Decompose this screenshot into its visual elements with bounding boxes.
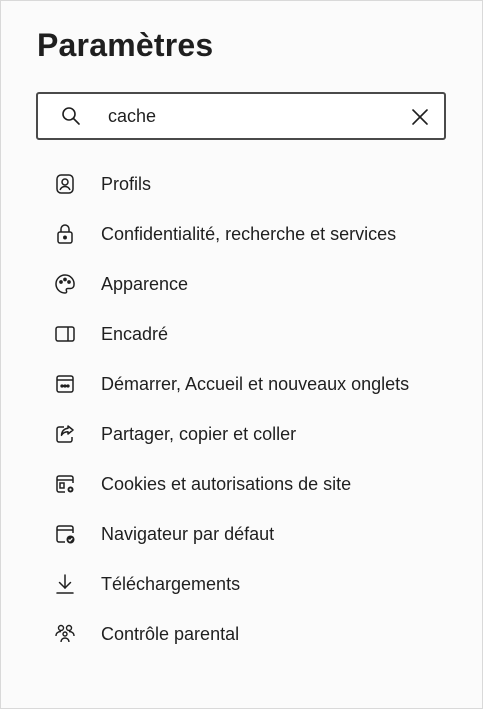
family-icon bbox=[53, 622, 77, 646]
sidebar-item-family[interactable]: Contrôle parental bbox=[1, 609, 483, 659]
sidebar-panel-icon bbox=[53, 322, 77, 346]
sidebar-item-appearance[interactable]: Apparence bbox=[1, 259, 483, 309]
share-icon bbox=[53, 422, 77, 446]
sidebar-item-start-home[interactable]: Démarrer, Accueil et nouveaux onglets bbox=[1, 359, 483, 409]
close-icon bbox=[411, 108, 429, 126]
sidebar-item-profiles[interactable]: Profils bbox=[1, 159, 483, 209]
palette-icon bbox=[53, 272, 77, 296]
home-grid-icon bbox=[53, 372, 77, 396]
sidebar-item-label: Profils bbox=[101, 174, 152, 194]
sidebar-item-label: Navigateur par défaut bbox=[101, 524, 275, 544]
sidebar-item-label: Partager, copier et coller bbox=[101, 424, 297, 444]
sidebar-item-downloads[interactable]: Téléchargements bbox=[1, 559, 483, 609]
download-icon bbox=[53, 572, 77, 596]
sidebar-item-sidebar[interactable]: Encadré bbox=[1, 309, 483, 359]
sidebar-item-label: Téléchargements bbox=[101, 574, 241, 594]
sidebar-item-share[interactable]: Partager, copier et coller bbox=[1, 409, 483, 459]
sidebar-item-cookies[interactable]: Cookies et autorisations de site bbox=[1, 459, 483, 509]
profile-icon bbox=[53, 172, 77, 196]
sidebar-item-privacy[interactable]: Confidentialité, recherche et services bbox=[1, 209, 483, 259]
search-icon bbox=[60, 105, 82, 127]
lock-icon bbox=[53, 222, 77, 246]
sidebar-item-label: Apparence bbox=[101, 274, 189, 294]
page-title: Paramètres bbox=[37, 27, 214, 63]
sidebar-item-label: Confidentialité, recherche et services bbox=[101, 224, 397, 244]
sidebar-item-default-browser[interactable]: Navigateur par défaut bbox=[1, 509, 483, 559]
sidebar-item-label: Encadré bbox=[101, 324, 169, 344]
default-browser-icon bbox=[53, 522, 77, 546]
cookie-settings-icon bbox=[53, 472, 77, 496]
search-box[interactable] bbox=[36, 92, 446, 140]
sidebar-item-label: Contrôle parental bbox=[101, 624, 240, 644]
sidebar-item-label: Démarrer, Accueil et nouveaux onglets bbox=[101, 374, 410, 394]
clear-search-button[interactable] bbox=[408, 105, 432, 129]
settings-nav: Profils Confidentialité, recherche et se… bbox=[1, 159, 483, 659]
search-input[interactable] bbox=[108, 102, 368, 130]
sidebar-item-label: Cookies et autorisations de site bbox=[101, 474, 352, 494]
